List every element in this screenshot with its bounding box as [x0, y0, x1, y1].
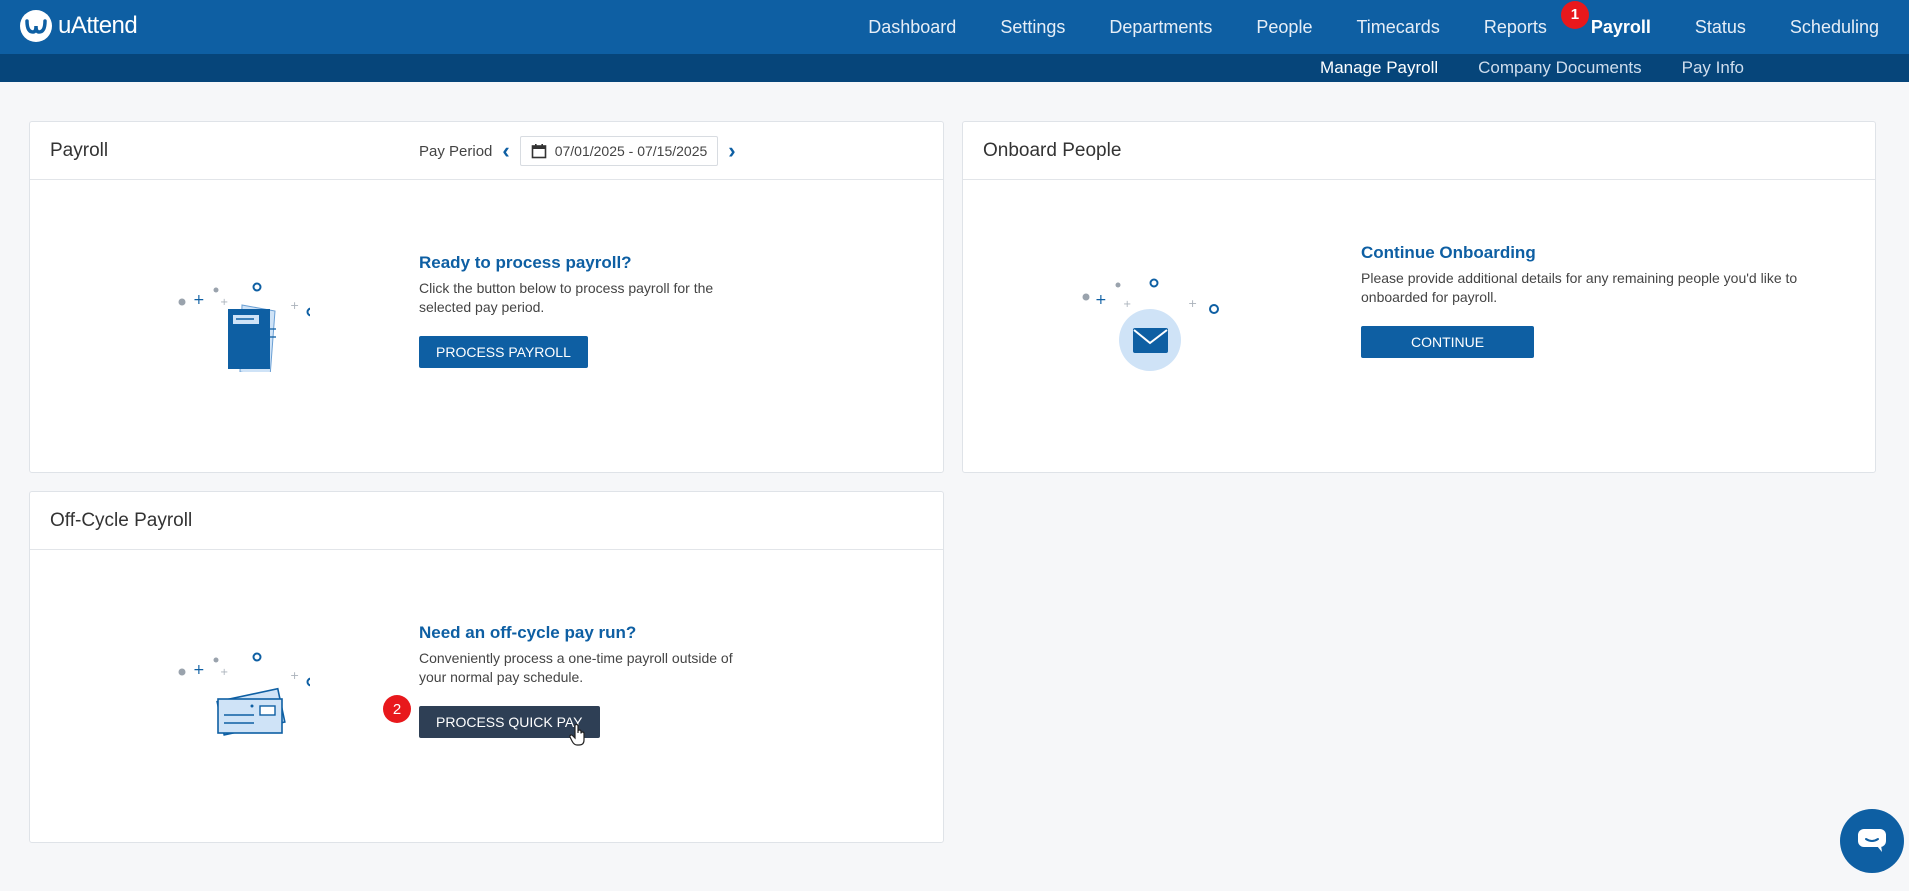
svg-text:+: + — [220, 667, 228, 678]
subnav-pay-info[interactable]: Pay Info — [1682, 58, 1744, 78]
nav-people[interactable]: People — [1256, 17, 1312, 38]
svg-text:+: + — [1188, 297, 1197, 310]
svg-text:+: + — [220, 297, 228, 308]
onboard-description: Please provide additional details for an… — [1361, 270, 1798, 305]
pay-period-selector: Pay Period ‹ 07/01/2025 - 07/15/2025 › — [419, 136, 736, 166]
svg-text:+: + — [290, 299, 299, 312]
nav-status[interactable]: Status — [1695, 17, 1746, 38]
nav-reports[interactable]: Reports — [1484, 17, 1547, 38]
offcycle-description: Conveniently process a one-time payroll … — [419, 650, 733, 685]
onboard-card-title: Onboard People — [983, 139, 1122, 161]
onboard-people-card: Onboard People + + + Continue Onboarding… — [962, 121, 1876, 473]
nav-timecards[interactable]: Timecards — [1356, 17, 1439, 38]
chat-icon — [1858, 829, 1886, 852]
document-check-icon: + + + — [150, 257, 316, 378]
offcycle-card-title: Off-Cycle Payroll — [50, 509, 193, 531]
step-badge-1: 1 — [1560, 0, 1589, 29]
payroll-description: Click the button below to process payrol… — [419, 280, 714, 315]
onboard-card-header: Onboard People — [963, 122, 1875, 180]
sub-nav: Manage Payroll Company Documents Pay Inf… — [1320, 54, 1744, 82]
pay-period-label: Pay Period — [419, 142, 493, 160]
off-cycle-payroll-card: Off-Cycle Payroll + + + Need an off-cycl… — [29, 491, 944, 843]
nav-scheduling[interactable]: Scheduling — [1790, 17, 1879, 38]
svg-text:+: + — [193, 662, 205, 678]
payroll-card: Payroll Pay Period ‹ 07/01/2025 - 07/15/… — [29, 121, 944, 473]
brand-name: uAttend — [58, 12, 138, 39]
chat-button[interactable] — [1840, 809, 1904, 873]
calendar-icon — [531, 144, 547, 159]
paycheck-icon: + + + — [150, 627, 316, 747]
uattend-logo[interactable]: uAttend — [20, 10, 138, 42]
onboard-heading: Continue Onboarding — [1361, 243, 1536, 262]
nav-payroll-label: Payroll — [1590, 16, 1651, 37]
main-nav: Dashboard Settings Departments People Ti… — [868, 0, 1879, 54]
process-payroll-button[interactable]: PROCESS PAYROLL — [419, 336, 588, 368]
subnav-company-documents[interactable]: Company Documents — [1478, 58, 1641, 78]
logo-icon — [20, 10, 52, 42]
nav-dashboard[interactable]: Dashboard — [868, 17, 956, 38]
svg-text:+: + — [290, 669, 299, 682]
chevron-left-icon[interactable]: ‹ — [502, 140, 509, 162]
pay-period-date-picker[interactable]: 07/01/2025 - 07/15/2025 — [519, 136, 719, 166]
top-navbar: uAttend Dashboard Settings Departments P… — [0, 0, 1909, 54]
step-badge-2: 2 — [383, 695, 411, 723]
payroll-card-header: Payroll Pay Period ‹ 07/01/2025 - 07/15/… — [30, 122, 943, 180]
offcycle-card-header: Off-Cycle Payroll — [30, 492, 943, 550]
continue-button[interactable]: CONTINUE — [1361, 326, 1535, 358]
cursor-hand-icon — [569, 724, 585, 746]
payroll-card-content: Ready to process payroll? Click the butt… — [419, 253, 749, 368]
pay-period-date-range: 07/01/2025 - 07/15/2025 — [554, 143, 708, 159]
envelope-icon: + + + — [1078, 257, 1228, 377]
nav-departments[interactable]: Departments — [1109, 17, 1212, 38]
payroll-heading: Ready to process payroll? — [419, 253, 632, 272]
svg-text:+: + — [193, 292, 205, 308]
offcycle-heading: Need an off-cycle pay run? — [419, 623, 637, 642]
onboard-card-content: Continue Onboarding Please provide addit… — [1361, 243, 1841, 358]
subnav-manage-payroll[interactable]: Manage Payroll — [1320, 58, 1438, 78]
payroll-card-title: Payroll — [50, 139, 109, 161]
sub-navbar: Manage Payroll Company Documents Pay Inf… — [0, 54, 1909, 82]
nav-payroll[interactable]: 1 Payroll — [1560, 0, 1651, 38]
nav-settings[interactable]: Settings — [1000, 17, 1065, 38]
svg-text:+: + — [1095, 292, 1107, 308]
chevron-right-icon[interactable]: › — [728, 140, 735, 162]
offcycle-card-content: Need an off-cycle pay run? Conveniently … — [383, 623, 749, 746]
svg-text:+: + — [1123, 299, 1131, 310]
